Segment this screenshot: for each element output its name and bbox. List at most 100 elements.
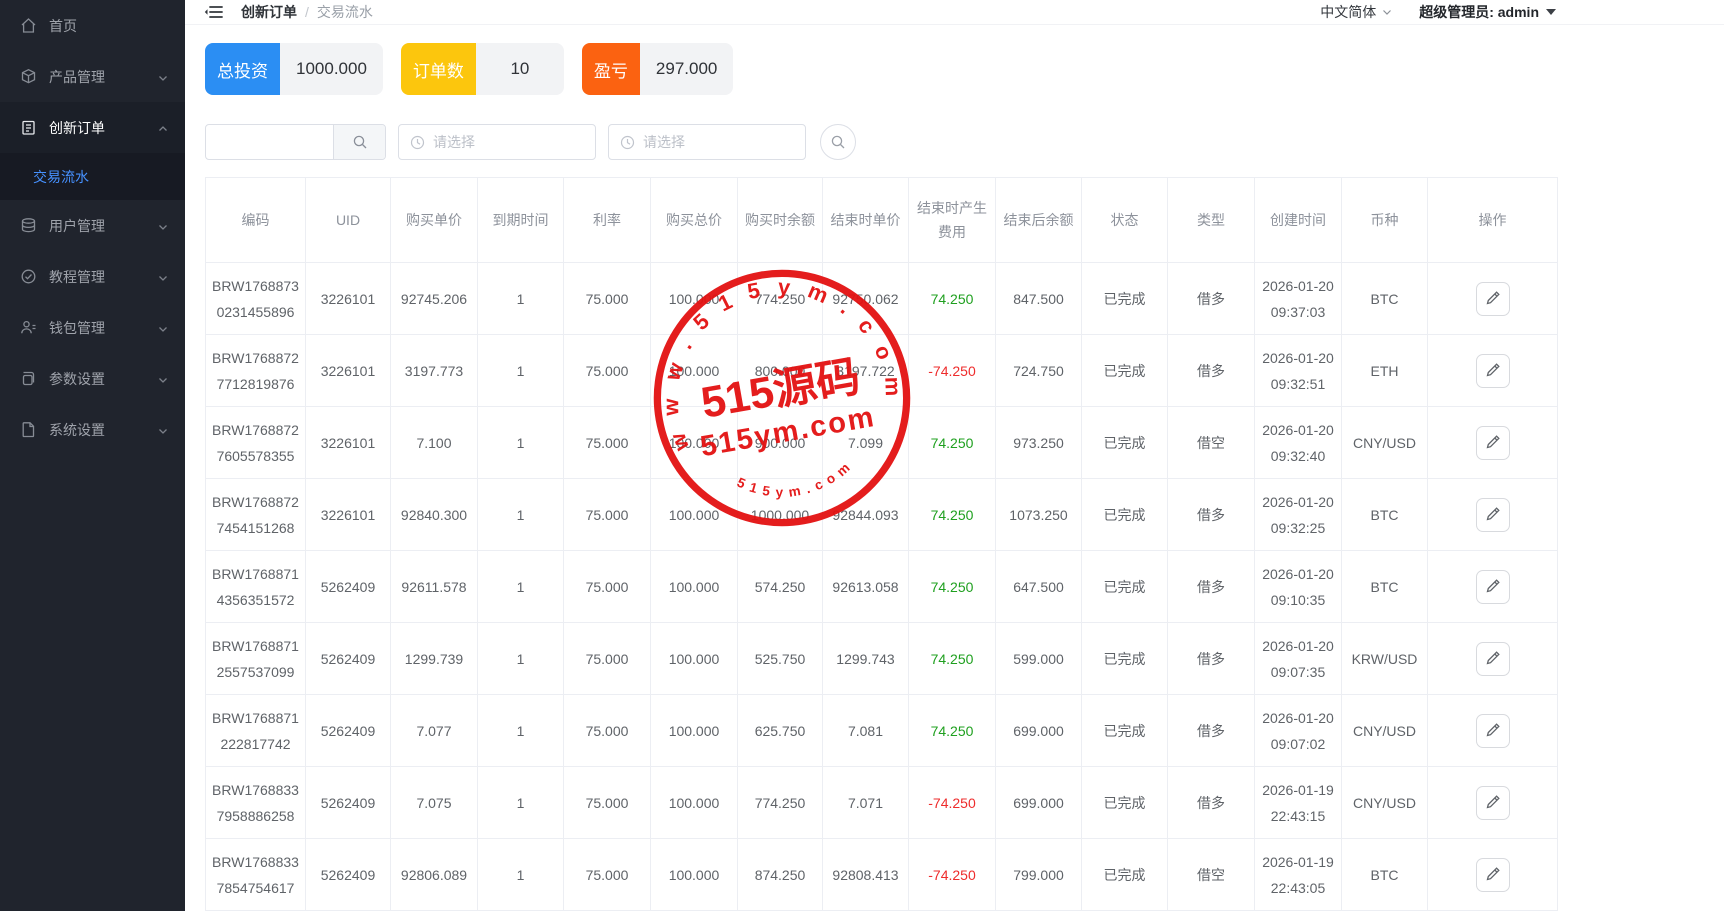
col-actions: 操作 xyxy=(1428,178,1558,263)
cell-code: BRW17688730231455896 xyxy=(206,263,306,335)
breadcrumb-separator: / xyxy=(305,4,309,20)
clock-icon xyxy=(410,135,425,150)
cell-actions xyxy=(1428,623,1558,695)
col-created: 创建时间 xyxy=(1255,178,1342,263)
cell-expire-time: 1 xyxy=(478,839,564,911)
cell-uid: 5262409 xyxy=(306,551,391,623)
date-picker-end[interactable]: 请选择 xyxy=(608,124,806,160)
stat-card-total-investment: 总投资 1000.000 xyxy=(205,43,383,95)
cell-rate: 75.000 xyxy=(564,263,651,335)
home-icon xyxy=(20,17,37,34)
table-row: BRW1768871222817742 5262409 7.077 1 75.0… xyxy=(206,695,1558,767)
sidebar-item-parameters[interactable]: 参数设置 xyxy=(0,353,185,404)
stat-card-profit-loss: 盈亏 297.000 xyxy=(582,43,733,95)
top-bar: 创新订单 / 交易流水 中文简体 超级管理员: admin xyxy=(185,0,1724,25)
cell-buy-total: 100.000 xyxy=(651,623,738,695)
sidebar-subitem-transactions[interactable]: 交易流水 xyxy=(0,153,185,200)
sidebar-item-system[interactable]: 系统设置 xyxy=(0,404,185,455)
cell-coin: KRW/USD xyxy=(1342,623,1428,695)
sidebar-item-orders[interactable]: 创新订单 xyxy=(0,102,185,153)
sidebar-item-label: 用户管理 xyxy=(49,216,157,236)
file-icon xyxy=(20,421,37,438)
col-status: 状态 xyxy=(1082,178,1168,263)
orders-table: 编码 UID 购买单价 到期时间 利率 购买总价 购买时余额 结束时单价 结束时… xyxy=(205,177,1558,911)
user-icon xyxy=(20,319,37,336)
date-picker-start[interactable]: 请选择 xyxy=(398,124,596,160)
user-menu[interactable]: 超级管理员: admin xyxy=(1419,2,1556,22)
edit-button[interactable] xyxy=(1476,354,1510,388)
cell-end-price: 1299.743 xyxy=(823,623,909,695)
main-area: 创新订单 / 交易流水 中文简体 超级管理员: admin 总投资 1000.0… xyxy=(185,0,1724,911)
cell-status: 已完成 xyxy=(1082,407,1168,479)
circle-check-icon xyxy=(20,268,37,285)
stat-label: 订单数 xyxy=(401,43,476,95)
cell-end-price: 7.081 xyxy=(823,695,909,767)
cell-balance-after: 647.500 xyxy=(996,551,1082,623)
cell-type: 借空 xyxy=(1168,839,1255,911)
cell-buy-total: 100.000 xyxy=(651,335,738,407)
table-row: BRW17688730231455896 3226101 92745.206 1… xyxy=(206,263,1558,335)
stat-label: 盈亏 xyxy=(582,43,640,95)
sidebar-item-home[interactable]: 首页 xyxy=(0,0,185,51)
cell-status: 已完成 xyxy=(1082,695,1168,767)
sidebar-item-wallets[interactable]: 钱包管理 xyxy=(0,302,185,353)
search-icon xyxy=(352,134,368,150)
sidebar-subitem-label: 交易流水 xyxy=(33,167,89,187)
col-uid: UID xyxy=(306,178,391,263)
cell-rate: 75.000 xyxy=(564,407,651,479)
cell-actions xyxy=(1428,695,1558,767)
cell-status: 已完成 xyxy=(1082,335,1168,407)
cell-buy-total: 100.000 xyxy=(651,263,738,335)
cell-buy-total: 100.000 xyxy=(651,551,738,623)
cell-coin: BTC xyxy=(1342,479,1428,551)
edit-button[interactable] xyxy=(1476,642,1510,676)
cell-end-price: 92808.413 xyxy=(823,839,909,911)
cell-code: BRW17688712557537099 xyxy=(206,623,306,695)
edit-button[interactable] xyxy=(1476,714,1510,748)
cell-end-fee: -74.250 xyxy=(909,839,996,911)
cell-actions xyxy=(1428,551,1558,623)
search-button[interactable] xyxy=(333,125,385,159)
cell-uid: 3226101 xyxy=(306,263,391,335)
breadcrumb-parent[interactable]: 创新订单 xyxy=(241,2,297,22)
edit-button[interactable] xyxy=(1476,570,1510,604)
chevron-down-icon xyxy=(157,220,169,232)
cell-buy-total: 100.000 xyxy=(651,767,738,839)
product-box-icon xyxy=(20,68,37,85)
edit-button[interactable] xyxy=(1476,858,1510,892)
cell-actions xyxy=(1428,479,1558,551)
cell-buy-total: 100.000 xyxy=(651,407,738,479)
sidebar-item-label: 创新订单 xyxy=(49,118,157,138)
cell-buy-total: 100.000 xyxy=(651,479,738,551)
cell-type: 借多 xyxy=(1168,623,1255,695)
cell-status: 已完成 xyxy=(1082,263,1168,335)
cell-balance-at-buy: 774.250 xyxy=(738,263,823,335)
sidebar-item-label: 产品管理 xyxy=(49,67,157,87)
sidebar-item-users[interactable]: 用户管理 xyxy=(0,200,185,251)
cell-created: 2026-01-2009:37:03 xyxy=(1255,263,1342,335)
table-row: BRW17688727605578355 3226101 7.100 1 75.… xyxy=(206,407,1558,479)
cell-end-price: 7.071 xyxy=(823,767,909,839)
filter-search-button[interactable] xyxy=(820,124,856,160)
cell-expire-time: 1 xyxy=(478,479,564,551)
breadcrumb-current: 交易流水 xyxy=(317,2,373,22)
cell-code: BRW17688727712819876 xyxy=(206,335,306,407)
edit-button[interactable] xyxy=(1476,498,1510,532)
cell-buy-price: 92806.089 xyxy=(391,839,478,911)
clock-icon xyxy=(620,135,635,150)
menu-fold-button[interactable] xyxy=(201,0,225,24)
edit-button[interactable] xyxy=(1476,786,1510,820)
cell-coin: ETH xyxy=(1342,335,1428,407)
cell-rate: 75.000 xyxy=(564,623,651,695)
sidebar-item-tutorials[interactable]: 教程管理 xyxy=(0,251,185,302)
stat-value: 10 xyxy=(476,43,564,95)
edit-button[interactable] xyxy=(1476,426,1510,460)
search-input[interactable] xyxy=(206,125,333,159)
document-icon xyxy=(20,370,37,387)
sidebar-item-products[interactable]: 产品管理 xyxy=(0,51,185,102)
language-selector[interactable]: 中文简体 xyxy=(1320,2,1393,22)
edit-button[interactable] xyxy=(1476,282,1510,316)
cell-type: 借多 xyxy=(1168,263,1255,335)
filter-row: 请选择 请选择 xyxy=(205,124,1724,160)
cell-balance-at-buy: 900.000 xyxy=(738,407,823,479)
